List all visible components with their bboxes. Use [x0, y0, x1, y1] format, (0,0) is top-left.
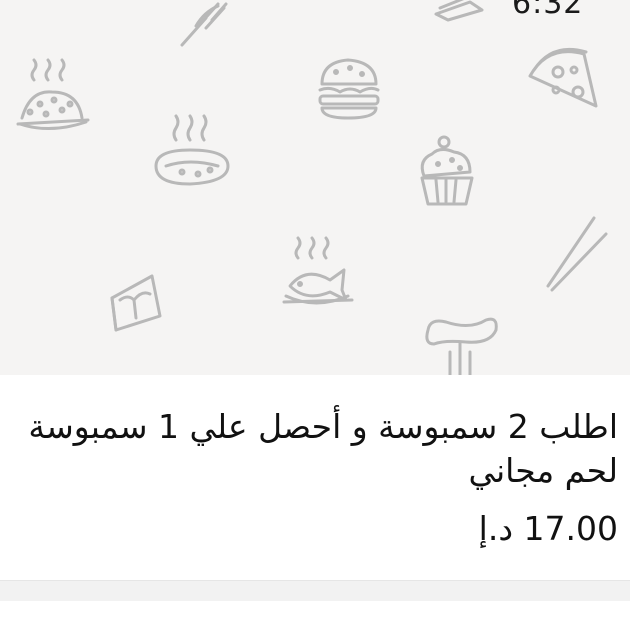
rice-bowl-icon: [16, 58, 90, 131]
fish-dish-icon: [282, 236, 354, 305]
burger-icon: [318, 58, 380, 120]
chopsticks-icon: [546, 216, 608, 292]
hot-dog-dish-icon: [154, 114, 230, 186]
food-doodle-pattern: [16, 0, 608, 375]
sausage-fork-icon: [425, 317, 498, 375]
section-divider: [0, 580, 630, 602]
product-info: اطلب 2 سمبوسة و أحصل علي 1 سمبوسة لحم مج…: [0, 375, 630, 580]
next-section: [0, 601, 630, 630]
cake-slice-icon: [110, 274, 162, 332]
fork-icon: [180, 2, 228, 47]
pizza-slice-icon: [528, 47, 598, 108]
product-title: اطلب 2 سمبوسة و أحصل علي 1 سمبوسة لحم مج…: [28, 407, 618, 490]
status-time: 6:32: [512, 0, 584, 21]
product-price: 17.00 د.إ: [478, 509, 618, 548]
product-image-placeholder: 6:32: [0, 0, 630, 375]
sandwich-icon: [434, 0, 484, 22]
product-detail-screen: 6:32 اطلب 2 سمبوسة و أحصل علي 1 سمبوسة ل…: [0, 0, 630, 630]
cupcake-icon: [420, 135, 474, 206]
